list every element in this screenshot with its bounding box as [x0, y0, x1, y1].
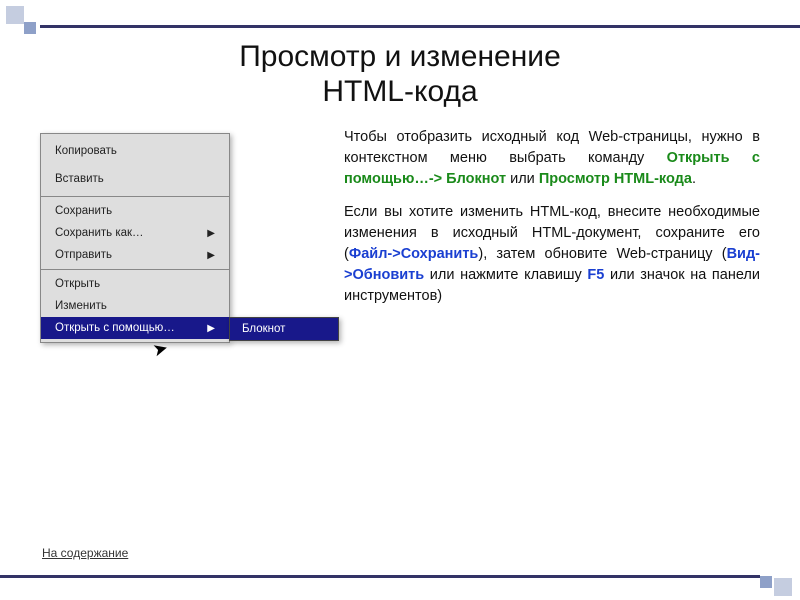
menu-save[interactable]: Сохранить: [41, 200, 229, 222]
menu-paste[interactable]: Вставить: [41, 165, 229, 193]
submenu-notepad[interactable]: Блокнот: [230, 318, 338, 340]
title-line1: Просмотр и изменение: [239, 40, 561, 73]
chevron-right-icon: ▶: [207, 250, 215, 261]
slide-body: Просмотр и изменение HTML-кода Копироват…: [0, 40, 800, 570]
menu-edit[interactable]: Изменить: [41, 295, 229, 317]
submenu-open-with: Блокнот: [229, 317, 339, 341]
hl-view-source: Просмотр HTML-кода: [539, 171, 692, 187]
chevron-right-icon: ▶: [207, 228, 215, 239]
context-menu: Копировать Вставить Сохранить Сохранить …: [40, 133, 230, 343]
menu-open[interactable]: Открыть: [41, 273, 229, 295]
link-to-contents[interactable]: На содержание: [42, 546, 128, 560]
hl-file-save: Файл->Сохранить: [349, 246, 479, 262]
context-menu-illustration: Копировать Вставить Сохранить Сохранить …: [40, 133, 320, 343]
body-text: Чтобы отобразить исходный код Web-страни…: [344, 127, 760, 343]
menu-send[interactable]: Отправить▶: [41, 244, 229, 266]
menu-open-with[interactable]: Открыть с помощью… ▶ Блокнот: [41, 317, 229, 339]
title-line2: HTML-кода: [322, 75, 477, 108]
menu-saveas[interactable]: Сохранить как…▶: [41, 222, 229, 244]
page-title: Просмотр и изменение HTML-кода: [40, 40, 760, 109]
chevron-right-icon: ▶: [207, 323, 215, 334]
menu-copy[interactable]: Копировать: [41, 137, 229, 165]
hl-f5: F5: [587, 267, 604, 283]
